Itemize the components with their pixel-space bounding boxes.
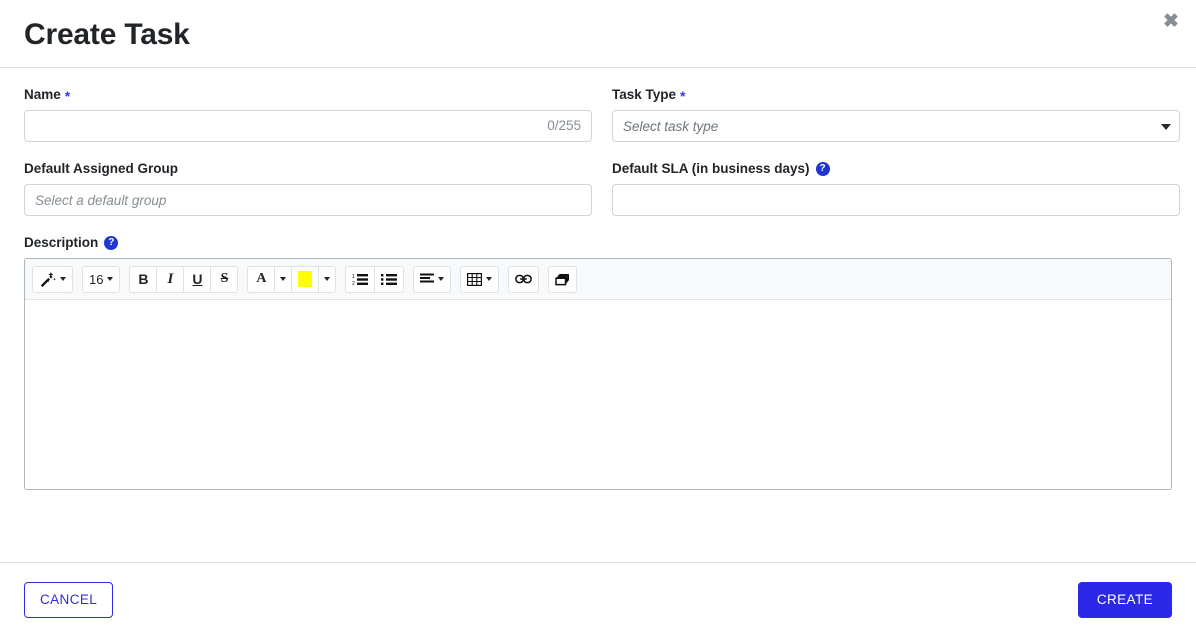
default-sla-label-text: Default SLA (in business days) <box>612 161 810 176</box>
bold-icon: B <box>138 271 149 287</box>
align-group <box>413 265 452 293</box>
strikethrough-icon: S <box>220 271 229 286</box>
editor-toolbar: 16 B I U S A 1 2 <box>25 259 1171 300</box>
font-size-value: 16 <box>89 271 104 287</box>
form-row-1: Name * 0/255 Task Type * Select task typ… <box>24 86 1180 142</box>
modal-body: Name * 0/255 Task Type * Select task typ… <box>0 68 1196 562</box>
field-task-type: Task Type * Select task type <box>612 86 1180 142</box>
name-input[interactable] <box>24 110 592 142</box>
strikethrough-button[interactable]: S <box>210 265 239 293</box>
field-default-sla: Default SLA (in business days) ? <box>612 160 1180 216</box>
close-icon[interactable]: ✖ <box>1158 8 1184 34</box>
underline-button[interactable]: U <box>183 265 212 293</box>
help-icon[interactable]: ? <box>815 162 830 176</box>
default-group-label-text: Default Assigned Group <box>24 161 179 176</box>
chevron-down-icon <box>486 277 493 281</box>
chevron-down-icon <box>438 277 445 281</box>
form-row-2: Default Assigned Group Default SLA (in b… <box>24 160 1180 216</box>
default-group-input[interactable] <box>24 184 592 216</box>
description-label-text: Description <box>24 235 99 250</box>
name-label: Name * <box>24 86 592 104</box>
task-type-label: Task Type * <box>612 86 1180 104</box>
highlight-color-button[interactable] <box>291 265 320 293</box>
default-sla-label: Default SLA (in business days) ? <box>612 160 1180 178</box>
font-color-icon: A <box>256 271 267 286</box>
create-button[interactable]: CREATE <box>1077 581 1172 618</box>
modal-header: Create Task ✖ <box>0 0 1196 68</box>
task-type-select[interactable]: Select task type <box>612 110 1180 142</box>
align-left-icon <box>420 273 435 283</box>
align-button[interactable] <box>413 265 452 293</box>
field-name: Name * 0/255 <box>24 86 592 142</box>
cancel-button[interactable]: CANCEL <box>24 581 114 618</box>
description-editor-body[interactable] <box>25 300 1171 489</box>
row-spacer <box>24 142 1172 160</box>
modal-footer: CANCEL CREATE <box>0 562 1196 636</box>
style-picker-group <box>32 265 73 293</box>
table-button[interactable] <box>460 265 500 293</box>
unordered-list-icon <box>381 273 398 285</box>
link-icon <box>515 274 533 284</box>
chevron-down-icon <box>60 277 66 281</box>
text-format-group: B I U S <box>129 265 239 293</box>
table-group <box>460 265 500 293</box>
highlight-swatch-icon <box>298 271 313 287</box>
italic-button[interactable]: I <box>156 265 185 293</box>
page-title: Create Task <box>24 17 190 51</box>
svg-text:1: 1 <box>352 274 355 280</box>
task-type-label-text: Task Type <box>612 87 677 102</box>
bold-button[interactable]: B <box>129 265 158 293</box>
default-group-label: Default Assigned Group <box>24 160 592 178</box>
link-button[interactable] <box>508 265 540 293</box>
rich-text-editor: 16 B I U S A 1 2 <box>24 258 1172 490</box>
name-label-text: Name <box>24 87 61 102</box>
ordered-list-button[interactable]: 1 2 <box>345 265 376 293</box>
link-group <box>508 265 540 293</box>
highlight-color-dropdown[interactable] <box>318 265 337 293</box>
help-icon[interactable]: ? <box>104 236 119 250</box>
row-spacer <box>24 216 1172 234</box>
color-group: A <box>247 265 337 293</box>
chevron-down-icon <box>324 277 331 281</box>
ordered-list-icon: 1 2 <box>352 273 369 286</box>
task-type-select-wrapper: Select task type <box>612 110 1180 142</box>
font-size-group: 16 <box>82 265 121 293</box>
underline-icon: U <box>192 271 203 287</box>
field-default-assigned-group: Default Assigned Group <box>24 160 592 216</box>
magic-wand-icon[interactable] <box>32 265 73 293</box>
create-task-modal: Create Task ✖ Name * 0/255 Task Type * S… <box>0 0 1196 636</box>
list-group: 1 2 <box>345 265 405 293</box>
svg-text:2: 2 <box>352 281 355 286</box>
required-asterisk: * <box>64 88 71 104</box>
chevron-down-icon <box>107 277 114 281</box>
chevron-down-icon <box>280 277 287 281</box>
task-type-placeholder: Select task type <box>623 118 719 134</box>
description-label: Description ? <box>24 234 1172 252</box>
unordered-list-button[interactable] <box>374 265 405 293</box>
eraser-icon <box>555 273 570 285</box>
field-description: Description ? 16 B I U S A 1 2 <box>24 234 1172 490</box>
italic-icon: I <box>167 270 174 287</box>
font-size-select[interactable]: 16 <box>82 265 121 293</box>
default-sla-input[interactable] <box>612 184 1180 216</box>
required-asterisk: * <box>680 88 686 104</box>
table-icon <box>467 272 483 286</box>
clear-format-button[interactable] <box>548 265 578 293</box>
name-input-wrapper: 0/255 <box>24 110 592 142</box>
font-color-button[interactable]: A <box>247 265 276 293</box>
font-color-dropdown[interactable] <box>274 265 293 293</box>
clear-format-group <box>548 265 578 293</box>
